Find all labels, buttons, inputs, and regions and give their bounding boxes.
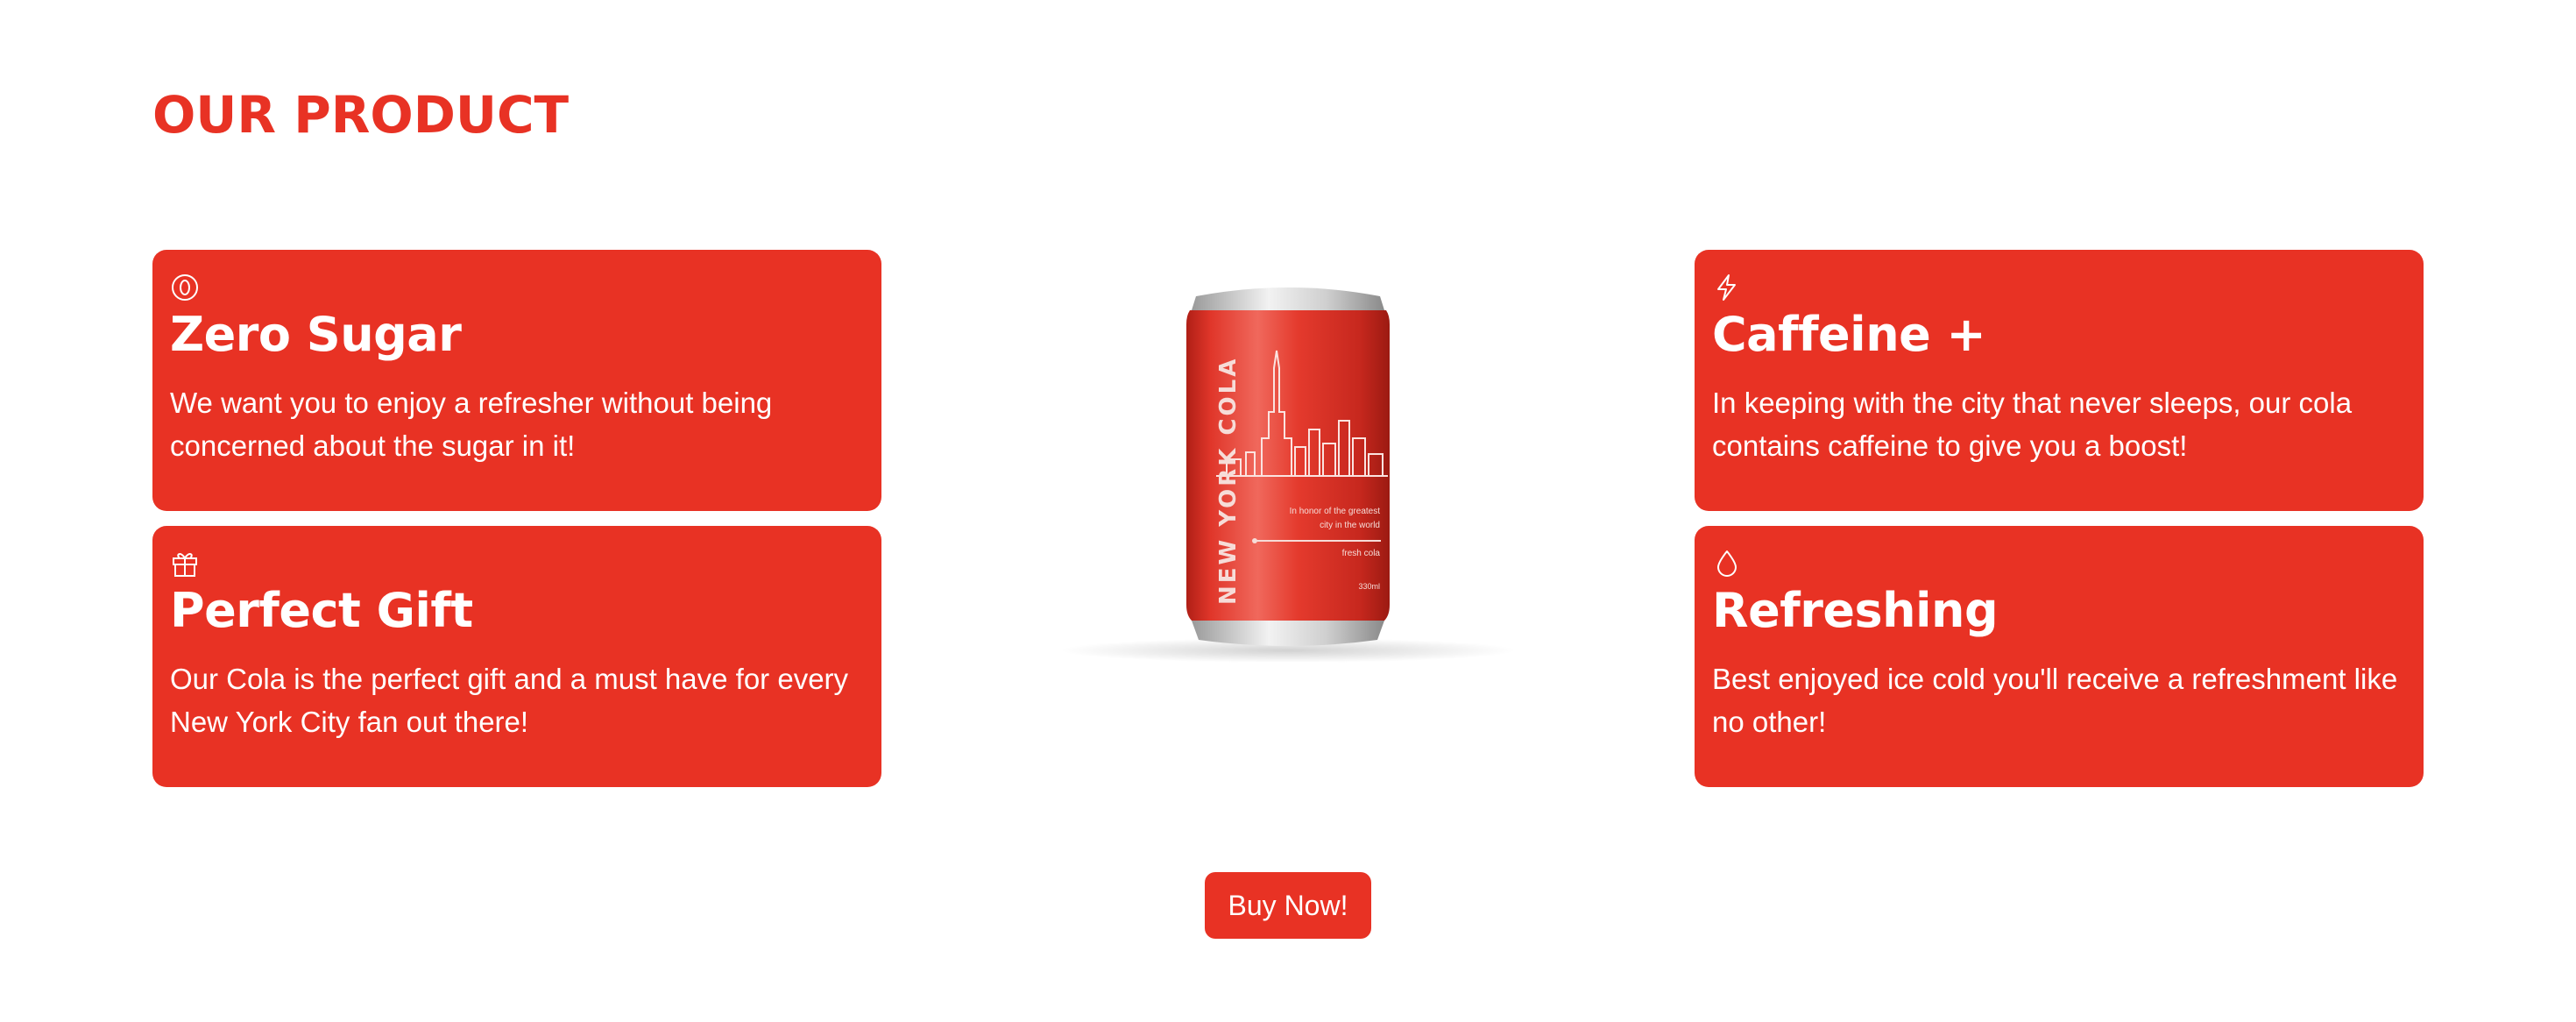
product-can-image: NEW YORK COLA In honor of the greatest c… bbox=[1060, 272, 1516, 675]
feature-title: Perfect Gift bbox=[170, 583, 473, 638]
feature-description: Our Cola is the perfect gift and a must … bbox=[170, 663, 849, 738]
feature-card-perfect-gift: Perfect Gift Our Cola is the perfect gif… bbox=[152, 526, 881, 787]
feature-card-zero-sugar: Zero Sugar We want you to enjoy a refres… bbox=[152, 250, 881, 511]
feature-title: Refreshing bbox=[1712, 583, 1999, 638]
can-tagline-2: city in the world bbox=[1320, 521, 1380, 530]
can-illustration: NEW YORK COLA In honor of the greatest c… bbox=[1060, 287, 1516, 663]
buy-now-button[interactable]: Buy Now! bbox=[1205, 872, 1371, 939]
feature-description: Best enjoyed ice cold you'll receive a r… bbox=[1712, 663, 2398, 738]
feature-description: In keeping with the city that never slee… bbox=[1712, 387, 2353, 462]
can-volume: 330ml bbox=[1358, 582, 1380, 591]
can-tagline-1: In honor of the greatest bbox=[1290, 507, 1381, 516]
droplet-icon bbox=[1717, 550, 1737, 577]
lightning-icon bbox=[1717, 274, 1736, 301]
feature-title: Zero Sugar bbox=[170, 307, 462, 362]
zero-circle-icon bbox=[172, 274, 198, 301]
feature-card-refreshing: Refreshing Best enjoyed ice cold you'll … bbox=[1695, 526, 2424, 787]
feature-card-caffeine: Caffeine + In keeping with the city that… bbox=[1695, 250, 2424, 511]
feature-title: Caffeine + bbox=[1712, 307, 1986, 362]
can-tagline-3: fresh cola bbox=[1342, 549, 1381, 558]
can-brand-text: NEW YORK COLA bbox=[1215, 357, 1242, 605]
feature-description: We want you to enjoy a refresher without… bbox=[170, 387, 773, 462]
section-title: OUR PRODUCT bbox=[152, 85, 570, 145]
gift-icon bbox=[173, 553, 197, 577]
